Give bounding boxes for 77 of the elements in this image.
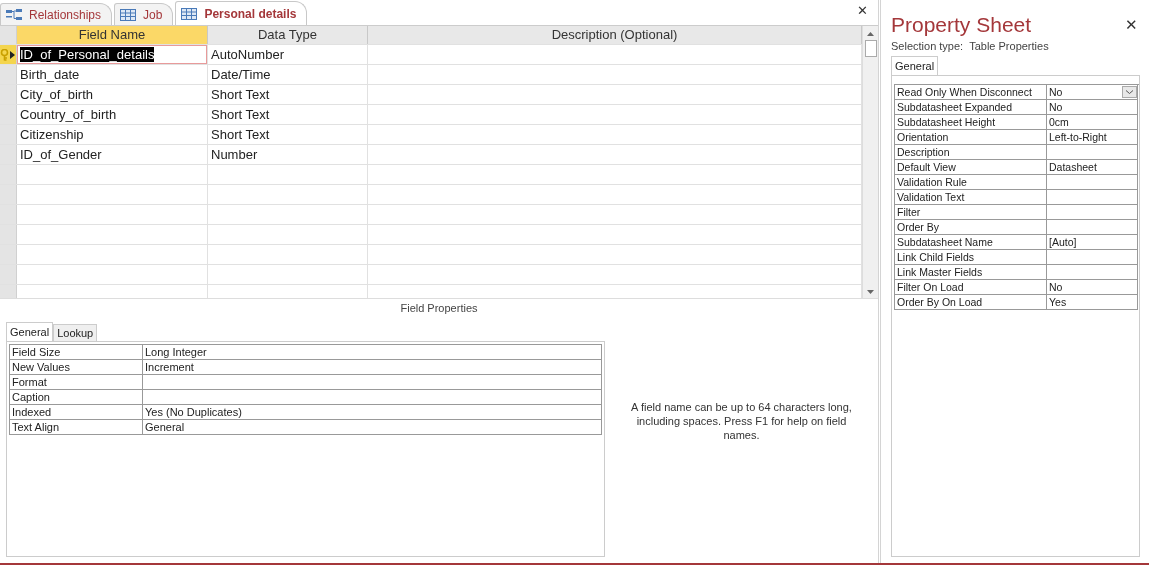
- property-value[interactable]: Left-to-Right: [1047, 130, 1138, 145]
- property-field[interactable]: [1047, 220, 1138, 235]
- property-name: Read Only When Disconnect: [895, 85, 1047, 100]
- property-name: Field Size: [10, 345, 143, 360]
- property-field[interactable]: [1047, 190, 1138, 205]
- column-header: Field Name: [17, 26, 208, 44]
- property-value[interactable]: Yes: [1047, 295, 1138, 310]
- data-type-cell[interactable]: Short Text: [208, 85, 368, 104]
- table-icon: [180, 6, 199, 21]
- row-pointer-icon: [10, 50, 15, 59]
- property-name: Order By On Load: [895, 295, 1047, 310]
- field-name[interactable]: ID_of_Gender: [20, 147, 102, 162]
- data-type-cell[interactable]: Short Text: [208, 125, 368, 144]
- property-name: Order By: [895, 220, 1047, 235]
- property-value[interactable]: No: [1047, 85, 1138, 100]
- field-name[interactable]: Country_of_birth: [20, 107, 117, 122]
- property-field[interactable]: [143, 390, 602, 405]
- section-title: Field Properties: [399, 301, 479, 314]
- property-value[interactable]: Increment: [143, 360, 602, 375]
- property-name: Indexed: [10, 405, 143, 420]
- property-value[interactable]: General: [143, 420, 602, 435]
- property-field[interactable]: [1047, 265, 1138, 280]
- property-name: Link Child Fields: [895, 250, 1047, 265]
- property-name: Caption: [10, 390, 143, 405]
- property-tab[interactable]: General: [891, 56, 939, 75]
- column-header: Description (Optional): [368, 26, 862, 44]
- property-name: Description: [895, 145, 1047, 160]
- property-name: Text Align: [10, 420, 143, 435]
- property-field[interactable]: [1047, 250, 1138, 265]
- property-value[interactable]: No: [1047, 280, 1138, 295]
- property-name: Orientation: [895, 130, 1047, 145]
- selection-label: Selection type:: [891, 40, 964, 52]
- document-tab[interactable]: Relationships: [0, 3, 113, 25]
- property-name: Link Master Fields: [895, 265, 1047, 280]
- property-field[interactable]: [1047, 145, 1138, 160]
- property-value[interactable]: Long Integer: [143, 345, 602, 360]
- property-name: New Values: [10, 360, 143, 375]
- property-value[interactable]: No: [1047, 100, 1138, 115]
- property-name: Subdatasheet Expanded: [895, 100, 1047, 115]
- property-name: Subdatasheet Height: [895, 115, 1047, 130]
- property-tab[interactable]: Lookup: [53, 324, 98, 341]
- relationships-icon: [5, 7, 23, 22]
- close-button[interactable]: ✕: [1123, 16, 1140, 34]
- property-name: Validation Text: [895, 190, 1047, 205]
- property-name: Subdatasheet Name: [895, 235, 1047, 250]
- property-name: Filter: [895, 205, 1047, 220]
- row-selector[interactable]: [0, 45, 17, 64]
- table-icon: [119, 7, 138, 22]
- column-header: Data Type: [208, 26, 368, 44]
- property-field[interactable]: [1047, 205, 1138, 220]
- property-name: Default View: [895, 160, 1047, 175]
- property-name: Filter On Load: [895, 280, 1047, 295]
- field-name[interactable]: City_of_birth: [20, 87, 93, 102]
- property-field[interactable]: [143, 375, 602, 390]
- scrollbar[interactable]: [862, 26, 878, 298]
- document-tab[interactable]: Job: [114, 3, 174, 25]
- data-type-cell[interactable]: AutoNumber: [208, 45, 368, 64]
- property-tab[interactable]: General: [6, 322, 54, 341]
- field-name[interactable]: Citizenship: [20, 127, 84, 142]
- property-value[interactable]: Yes (No Duplicates): [143, 405, 602, 420]
- property-field[interactable]: [1047, 175, 1138, 190]
- data-type-cell[interactable]: Date/Time: [208, 65, 368, 84]
- property-value[interactable]: 0cm: [1047, 115, 1138, 130]
- data-type-cell[interactable]: Number: [208, 145, 368, 164]
- data-type-cell[interactable]: Short Text: [208, 105, 368, 124]
- property-value[interactable]: [Auto]: [1047, 235, 1138, 250]
- panel-title: Property Sheet: [891, 12, 1032, 38]
- selection-type: Table Properties: [969, 40, 1049, 52]
- document-tab[interactable]: Personal details: [175, 1, 308, 25]
- close-button[interactable]: ✕: [847, 3, 878, 22]
- field-name[interactable]: ID_of_Personal_details: [20, 47, 155, 62]
- field-name[interactable]: Birth_date: [20, 67, 80, 82]
- scroll-thumb[interactable]: [864, 40, 877, 57]
- property-name: Format: [10, 375, 143, 390]
- property-value[interactable]: Datasheet: [1047, 160, 1138, 175]
- property-name: Validation Rule: [895, 175, 1047, 190]
- help-text: A field name can be up to 64 characters long, including spaces. Press F1 for help on field names.: [630, 400, 853, 443]
